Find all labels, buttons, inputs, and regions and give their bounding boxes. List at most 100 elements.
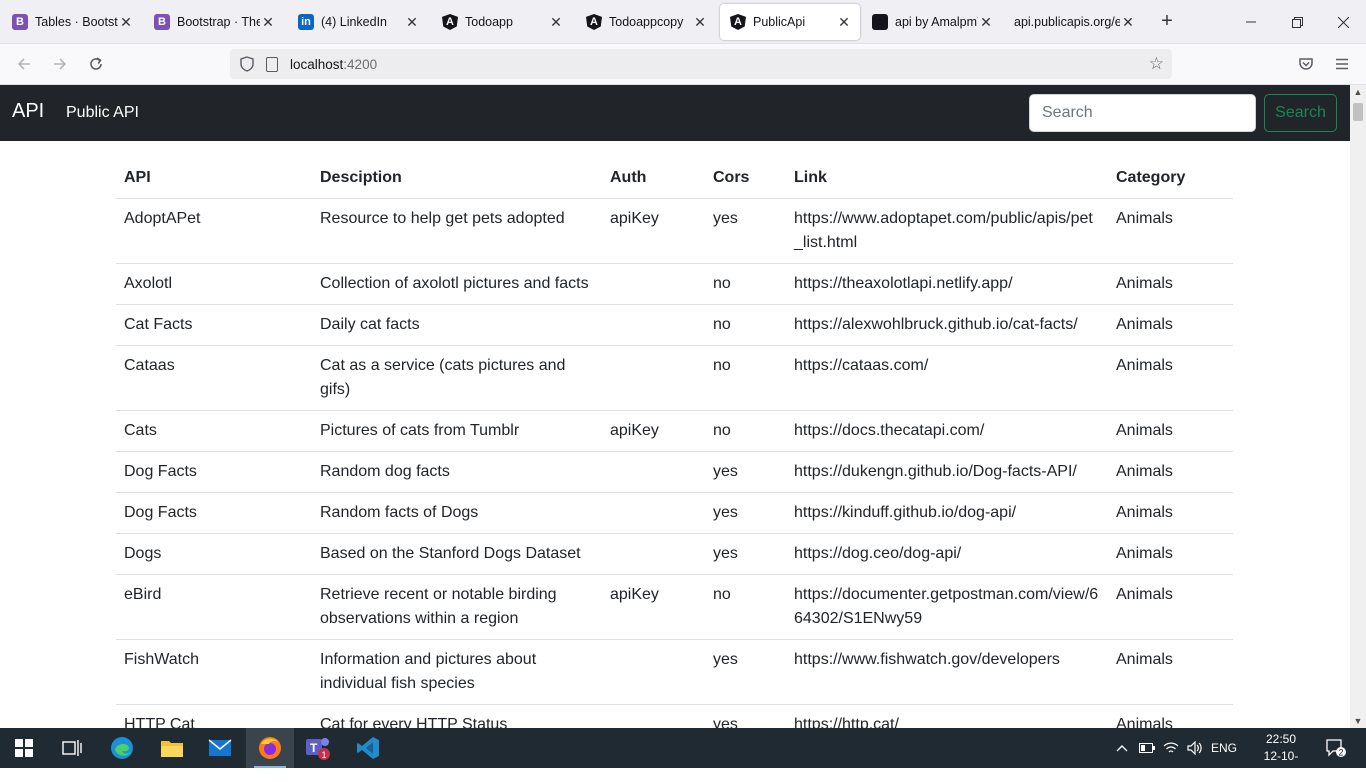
- linkedin-icon: in: [298, 14, 314, 30]
- cell-api: eBird: [116, 574, 312, 640]
- cell-link: https://cataas.com/: [786, 345, 1108, 411]
- back-arrow-icon[interactable]: [10, 52, 38, 76]
- tab-publicapi[interactable]: A PublicApi ✕: [720, 4, 860, 40]
- angular-icon: A: [730, 14, 746, 30]
- cell-description: Based on the Stanford Dogs Dataset: [312, 533, 602, 575]
- cell-description: Retrieve recent or notable birding obser…: [312, 574, 602, 640]
- wifi-icon[interactable]: [1160, 728, 1182, 768]
- column-header-link: Link: [786, 158, 1108, 199]
- close-icon[interactable]: ✕: [404, 14, 420, 31]
- table-body: AdoptAPet Resource to help get pets adop…: [116, 198, 1233, 728]
- close-icon[interactable]: ✕: [118, 14, 134, 31]
- close-window-icon[interactable]: [1320, 0, 1366, 44]
- teams-icon[interactable]: T1: [294, 728, 342, 768]
- cell-api: Cats: [116, 410, 312, 452]
- tab-todoapp[interactable]: A Todoapp ✕: [432, 4, 572, 40]
- url-text[interactable]: localhost:4200: [290, 57, 377, 72]
- cell-api: FishWatch: [116, 639, 312, 705]
- mail-icon[interactable]: [196, 728, 244, 768]
- api-table: API Desciption Auth Cors Link Category A…: [116, 158, 1233, 728]
- close-icon[interactable]: ✕: [836, 14, 852, 31]
- menu-hamburger-icon[interactable]: [1328, 52, 1356, 76]
- cell-description: Pictures of cats from Tumblr: [312, 410, 602, 452]
- cell-category: Animals: [1108, 263, 1233, 305]
- table-row: eBird Retrieve recent or notable birding…: [116, 574, 1233, 640]
- shield-icon[interactable]: [240, 56, 254, 72]
- search-input[interactable]: [1029, 94, 1256, 132]
- edge-icon[interactable]: [98, 728, 146, 768]
- cell-category: Animals: [1108, 704, 1233, 728]
- cell-api: Dog Facts: [116, 451, 312, 493]
- bookmark-star-icon[interactable]: ☆: [1149, 54, 1164, 74]
- close-icon[interactable]: ✕: [978, 14, 994, 31]
- main-content: API Desciption Auth Cors Link Category A…: [0, 141, 1350, 728]
- navbar-brand[interactable]: API: [12, 100, 44, 123]
- minimize-icon[interactable]: [1228, 0, 1274, 44]
- column-header-description: Desciption: [312, 158, 602, 199]
- tab-tables-bootstrap[interactable]: B Tables · Bootstrap ✕: [2, 4, 142, 40]
- clock-time: 22:50: [1265, 732, 1297, 746]
- search-button[interactable]: Search: [1264, 94, 1337, 132]
- tab-bootstrap[interactable]: B Bootstrap · The m ✕: [144, 4, 284, 40]
- cell-link: https://documenter.getpostman.com/view/6…: [786, 574, 1108, 640]
- cell-category: Animals: [1108, 304, 1233, 346]
- windows-taskbar: T1 ENG 22:50 12-10-2022 2: [0, 728, 1366, 780]
- cell-api: Cataas: [116, 345, 312, 411]
- cell-description: Information and pictures about individua…: [312, 639, 602, 705]
- language-indicator[interactable]: ENG: [1208, 728, 1240, 768]
- column-header-cors: Cors: [705, 158, 786, 199]
- tab-todoappcopy[interactable]: A Todoappcopy ✕: [576, 4, 716, 40]
- file-explorer-icon[interactable]: [148, 728, 196, 768]
- start-icon[interactable]: [0, 728, 48, 768]
- page-icon[interactable]: [266, 56, 278, 72]
- close-icon[interactable]: ✕: [260, 14, 276, 31]
- column-header-auth: Auth: [602, 158, 705, 199]
- cell-description: Random facts of Dogs: [312, 492, 602, 534]
- close-icon[interactable]: ✕: [548, 14, 564, 31]
- cell-link: https://dog.ceo/dog-api/: [786, 533, 1108, 575]
- firefox-icon[interactable]: [246, 728, 294, 768]
- pocket-icon[interactable]: [1292, 52, 1320, 76]
- scroll-up-icon[interactable]: ▲: [1350, 85, 1366, 99]
- chevron-up-icon[interactable]: [1112, 728, 1132, 768]
- table-row: AdoptAPet Resource to help get pets adop…: [116, 198, 1233, 264]
- forward-arrow-icon[interactable]: [46, 52, 74, 76]
- tab-label: Todoappcopy: [609, 15, 684, 29]
- system-clock[interactable]: 22:50 12-10-2022: [1254, 731, 1308, 782]
- task-view-icon[interactable]: [48, 728, 96, 768]
- column-header-category: Category: [1108, 158, 1233, 199]
- cell-auth: apiKey: [602, 410, 705, 452]
- table-row: FishWatch Information and pictures about…: [116, 639, 1233, 705]
- cell-link: https://docs.thecatapi.com/: [786, 410, 1108, 452]
- cell-auth: [602, 304, 705, 346]
- table-row: HTTP Cat Cat for every HTTP Status yes h…: [116, 704, 1233, 728]
- cell-cors: no: [705, 410, 786, 452]
- cell-description: Cat as a service (cats pictures and gifs…: [312, 345, 602, 411]
- notification-center-icon[interactable]: 2: [1318, 728, 1354, 768]
- scrollbar-thumb[interactable]: [1353, 103, 1363, 121]
- cell-auth: apiKey: [602, 198, 705, 264]
- cell-cors: no: [705, 345, 786, 411]
- table-row: Dog Facts Random dog facts yes https://d…: [116, 451, 1233, 493]
- new-tab-icon[interactable]: +: [1156, 10, 1178, 32]
- vertical-scrollbar[interactable]: ▲ ▼: [1350, 85, 1366, 728]
- teams-badge-count: 1: [322, 750, 327, 760]
- close-icon[interactable]: ✕: [1120, 14, 1136, 31]
- scroll-down-icon[interactable]: ▼: [1350, 714, 1366, 728]
- vscode-icon[interactable]: [344, 728, 392, 768]
- cell-api: HTTP Cat: [116, 704, 312, 728]
- tab-publicapis-org[interactable]: api.publicapis.org/e ✕: [1004, 4, 1144, 40]
- close-icon[interactable]: ✕: [692, 14, 708, 31]
- tab-label: Tables · Bootstrap: [35, 15, 118, 29]
- cell-auth: [602, 704, 705, 728]
- restore-icon[interactable]: [1274, 0, 1320, 44]
- table-row: Dog Facts Random facts of Dogs yes https…: [116, 492, 1233, 534]
- cell-description: Collection of axolotl pictures and facts: [312, 263, 602, 305]
- address-bar[interactable]: localhost:4200 ☆: [230, 49, 1172, 79]
- nav-link-public-api[interactable]: Public API: [66, 104, 139, 122]
- reload-icon[interactable]: [82, 52, 110, 76]
- volume-icon[interactable]: [1184, 728, 1206, 768]
- tab-linkedin[interactable]: in (4) LinkedIn ✕: [288, 4, 428, 40]
- tab-github[interactable]: api by Amalpm7 ✕: [862, 4, 1002, 40]
- battery-icon[interactable]: [1136, 728, 1158, 768]
